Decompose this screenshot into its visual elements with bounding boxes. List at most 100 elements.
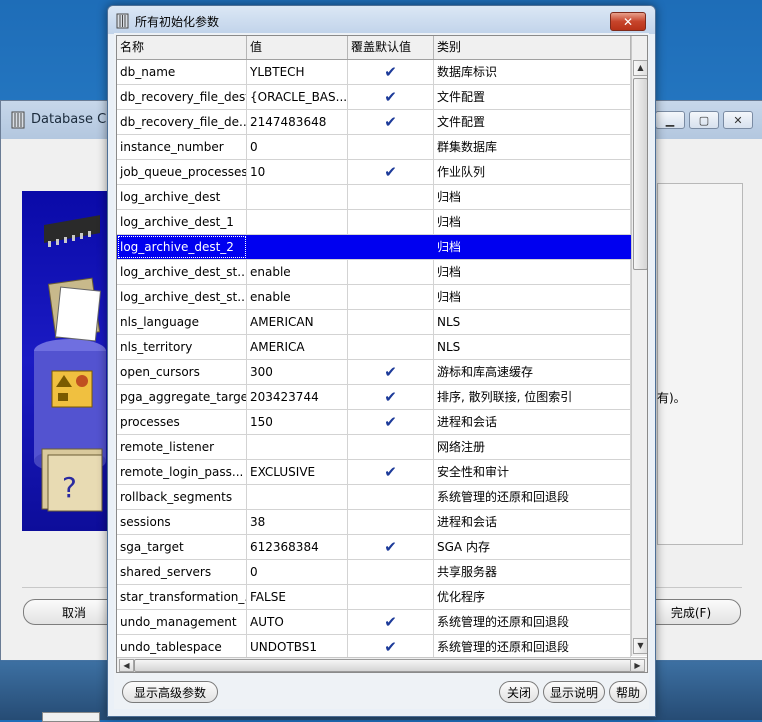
cell-name: log_archive_dest_2 (117, 235, 247, 259)
table-row[interactable]: star_transformation_... FALSE 优化程序 (117, 585, 631, 610)
column-header-category[interactable]: 类别 (434, 36, 631, 59)
cell-value[interactable]: AMERICA (247, 335, 348, 359)
table-row[interactable]: sga_target 612368384 ✔ SGA 内存 (117, 535, 631, 560)
wizard-illustration-icon: ? (34, 215, 106, 512)
vertical-scrollbar[interactable]: ▲ ▼ (631, 36, 647, 656)
table-row[interactable]: log_archive_dest_st... enable 归档 (117, 260, 631, 285)
vertical-scroll-thumb[interactable] (633, 78, 647, 270)
cell-value[interactable] (247, 235, 348, 259)
cell-name: db_recovery_file_de... (117, 110, 247, 134)
cell-value[interactable]: 0 (247, 135, 348, 159)
cell-value[interactable]: 150 (247, 410, 348, 434)
dialog-close-button[interactable]: ✕ (610, 12, 646, 31)
table-row[interactable]: sessions 38 进程和会话 (117, 510, 631, 535)
column-header-name[interactable]: 名称 (117, 36, 247, 59)
table-row[interactable]: processes 150 ✔ 进程和会话 (117, 410, 631, 435)
cell-value[interactable]: AMERICAN (247, 310, 348, 334)
table-row[interactable]: log_archive_dest_1 归档 (117, 210, 631, 235)
cell-category: 系统管理的还原和回退段 (434, 610, 631, 634)
cell-value[interactable] (247, 185, 348, 209)
cell-value[interactable]: 300 (247, 360, 348, 384)
cell-override: ✔ (348, 410, 434, 434)
minimize-button[interactable]: ▁ (655, 111, 685, 129)
finish-button[interactable]: 完成(F) (641, 599, 741, 625)
cell-value[interactable]: UNDOTBS1 (247, 635, 348, 659)
cell-category: 作业队列 (434, 160, 631, 184)
table-row[interactable]: pga_aggregate_target 203423744 ✔ 排序, 散列联接, … (117, 385, 631, 410)
column-header-value[interactable]: 值 (247, 36, 348, 59)
background-window-controls: ▁ ▢ ✕ (655, 111, 753, 129)
cell-value[interactable]: enable (247, 285, 348, 309)
show-advanced-parameters-button[interactable]: 显示高级参数 (122, 681, 218, 703)
column-header-override[interactable]: 覆盖默认值 (348, 36, 434, 59)
cell-name: pga_aggregate_target (117, 385, 247, 409)
cell-value[interactable]: YLBTECH (247, 60, 348, 84)
table-row[interactable]: rollback_segments 系统管理的还原和回退段 (117, 485, 631, 510)
table-row[interactable]: log_archive_dest_st... enable 归档 (117, 285, 631, 310)
cell-category: 进程和会话 (434, 410, 631, 434)
table-row[interactable]: job_queue_processes 10 ✔ 作业队列 (117, 160, 631, 185)
cell-override (348, 260, 434, 284)
close-dialog-button[interactable]: 关闭 (499, 681, 539, 703)
cell-override (348, 210, 434, 234)
cell-name: remote_listener (117, 435, 247, 459)
table-row[interactable]: remote_listener 网络注册 (117, 435, 631, 460)
cell-value[interactable] (247, 485, 348, 509)
scroll-left-arrow-icon[interactable]: ◀ (119, 659, 134, 672)
show-description-button[interactable]: 显示说明 (543, 681, 605, 703)
table-row[interactable]: undo_management AUTO ✔ 系统管理的还原和回退段 (117, 610, 631, 635)
scroll-up-arrow-icon[interactable]: ▲ (633, 60, 647, 76)
init-parameters-dialog: 所有初始化参数 ✕ 名称 值 覆盖默认值 类别 db_name YLBTECH ✔ 数… (107, 5, 656, 717)
scroll-down-arrow-icon[interactable]: ▼ (633, 638, 647, 654)
table-row[interactable]: open_cursors 300 ✔ 游标和库高速缓存 (117, 360, 631, 385)
scroll-right-arrow-icon[interactable]: ▶ (630, 659, 645, 672)
cell-value[interactable] (247, 435, 348, 459)
cell-value[interactable]: FALSE (247, 585, 348, 609)
cell-override (348, 435, 434, 459)
cell-override: ✔ (348, 110, 434, 134)
cell-value[interactable]: 38 (247, 510, 348, 534)
cell-name: instance_number (117, 135, 247, 159)
cell-category: 系统管理的还原和回退段 (434, 635, 631, 659)
table-row[interactable]: instance_number 0 群集数据库 (117, 135, 631, 160)
table-row[interactable]: shared_servers 0 共享服务器 (117, 560, 631, 585)
table-row[interactable]: db_name YLBTECH ✔ 数据库标识 (117, 60, 631, 85)
cell-name: log_archive_dest_st... (117, 260, 247, 284)
cell-category: 文件配置 (434, 85, 631, 109)
table-row[interactable]: log_archive_dest_2 归档 (117, 235, 631, 260)
table-row[interactable]: nls_language AMERICAN NLS (117, 310, 631, 335)
cell-override (348, 285, 434, 309)
taskbar-item[interactable] (42, 712, 100, 722)
cell-name: db_name (117, 60, 247, 84)
cell-value[interactable]: {ORACLE_BAS... (247, 85, 348, 109)
cell-value[interactable]: 0 (247, 560, 348, 584)
table-row[interactable]: log_archive_dest 归档 (117, 185, 631, 210)
cell-override (348, 485, 434, 509)
cell-category: 归档 (434, 210, 631, 234)
cell-value[interactable]: enable (247, 260, 348, 284)
close-button[interactable]: ✕ (723, 111, 753, 129)
maximize-button[interactable]: ▢ (689, 111, 719, 129)
cell-category: 进程和会话 (434, 510, 631, 534)
cell-value[interactable]: 2147483648 (247, 110, 348, 134)
cell-override (348, 135, 434, 159)
cell-value[interactable]: 203423744 (247, 385, 348, 409)
horizontal-scrollbar[interactable]: ◀ ▶ (117, 657, 647, 672)
table-row[interactable]: db_recovery_file_de... 2147483648 ✔ 文件配置 (117, 110, 631, 135)
cell-value[interactable] (247, 210, 348, 234)
horizontal-scroll-thumb[interactable] (134, 659, 632, 672)
cell-value[interactable]: 612368384 (247, 535, 348, 559)
table-row[interactable]: db_recovery_file_dest {ORACLE_BAS... ✔ 文件配置 (117, 85, 631, 110)
cell-value[interactable]: AUTO (247, 610, 348, 634)
help-button[interactable]: 帮助 (609, 681, 647, 703)
cell-value[interactable]: 10 (247, 160, 348, 184)
cell-value[interactable]: EXCLUSIVE (247, 460, 348, 484)
table-row[interactable]: remote_login_pass... EXCLUSIVE ✔ 安全性和审计 (117, 460, 631, 485)
table-row[interactable]: nls_territory AMERICA NLS (117, 335, 631, 360)
cell-name: sessions (117, 510, 247, 534)
cell-name: job_queue_processes (117, 160, 247, 184)
svg-text:?: ? (62, 471, 77, 504)
cell-name: processes (117, 410, 247, 434)
background-content-frame (657, 183, 743, 545)
cell-category: 文件配置 (434, 110, 631, 134)
